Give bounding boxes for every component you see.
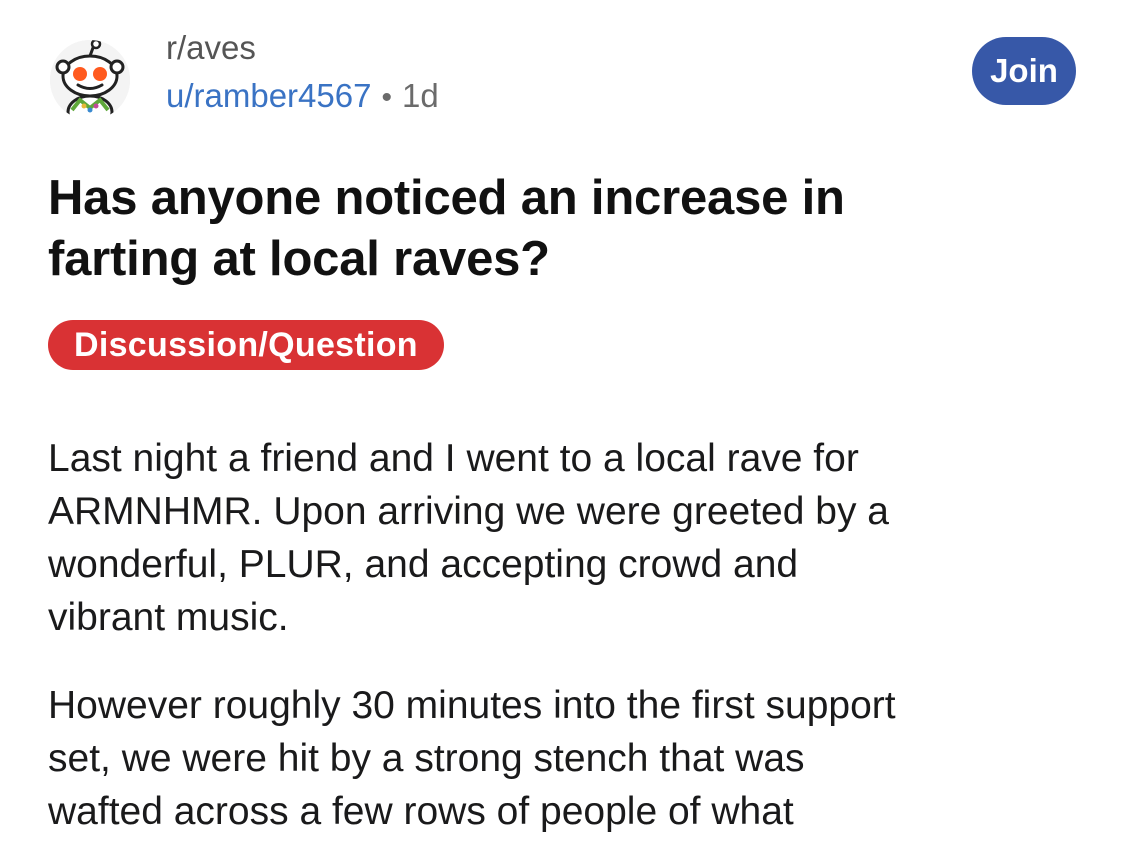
- post-body: Last night a friend and I went to a loca…: [48, 432, 1088, 858]
- post-meta: r/aves u/ramber4567 • 1d: [166, 28, 439, 118]
- post-title-line: farting at local raves?: [48, 232, 550, 286]
- post-body-paragraph: However roughly 30 minutes into the firs…: [48, 679, 1088, 838]
- body-line: However roughly 30 minutes into the firs…: [48, 684, 896, 727]
- post-title-line: Has anyone noticed an increase in: [48, 171, 845, 225]
- join-button[interactable]: Join: [972, 37, 1076, 105]
- post-body-paragraph: Last night a friend and I went to a loca…: [48, 432, 1088, 644]
- body-line: set, we were hit by a strong stench that…: [48, 737, 805, 780]
- body-line: vibrant music.: [48, 596, 289, 639]
- post-age: 1d: [401, 77, 439, 114]
- post-title[interactable]: Has anyone noticed an increase in fartin…: [48, 168, 1068, 290]
- post-header: r/aves u/ramber4567 • 1d Join: [50, 28, 1076, 125]
- byline: u/ramber4567 • 1d: [166, 76, 439, 118]
- body-line: ARMNHMR. Upon arriving we were greeted b…: [48, 490, 889, 533]
- snoo-avatar-icon[interactable]: [50, 40, 130, 120]
- separator-dot: •: [381, 81, 392, 114]
- post-page: r/aves u/ramber4567 • 1d Join Has anyone n…: [0, 0, 1125, 858]
- post-flair-badge[interactable]: Discussion/Question: [48, 320, 444, 370]
- body-line: Last night a friend and I went to a loca…: [48, 437, 859, 480]
- username-link[interactable]: u/ramber4567: [166, 77, 371, 114]
- body-line: wonderful, PLUR, and accepting crowd and: [48, 543, 799, 586]
- subreddit-link[interactable]: r/aves: [166, 28, 439, 68]
- body-line: wafted across a few rows of people of wh…: [48, 790, 794, 833]
